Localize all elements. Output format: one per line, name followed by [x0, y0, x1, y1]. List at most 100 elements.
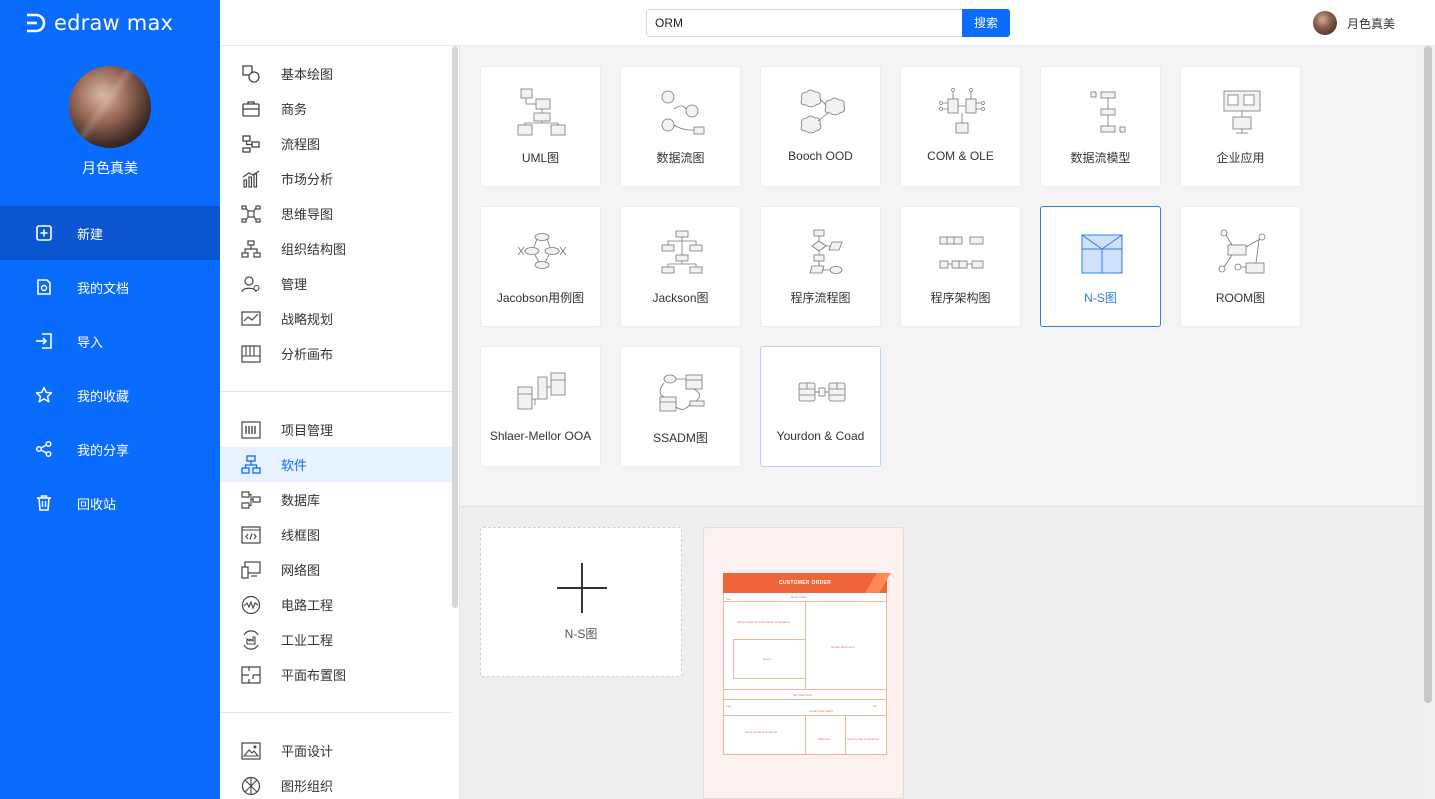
category-label: 基本绘图	[281, 67, 334, 82]
cloud-diagram-icon	[800, 89, 846, 134]
category-project-management[interactable]: 项目管理	[220, 412, 452, 447]
preview-text: Verify Customer Information Is Updated	[737, 620, 790, 624]
category-label: 工业工程	[281, 633, 334, 648]
category-org-chart[interactable]: 组织结构图	[220, 231, 452, 266]
category-network[interactable]: 网络图	[220, 552, 452, 587]
preview-text: Send e-mail to customer	[745, 730, 778, 734]
template-card-uml[interactable]: UML图	[480, 66, 601, 187]
template-card-program-flowchart[interactable]: 程序流程图	[760, 206, 881, 327]
program-flowchart-icon	[809, 229, 843, 274]
template-label: 数据流模型	[1070, 151, 1131, 165]
app-logo[interactable]: edraw max	[24, 11, 173, 35]
template-card-enterprise-app[interactable]: 企业应用	[1180, 66, 1301, 187]
category-strategy[interactable]: 战略规划	[220, 301, 452, 336]
ssadm-icon	[659, 374, 705, 412]
database-icon	[241, 490, 261, 509]
gantt-icon	[241, 420, 261, 439]
nav-item-favorites[interactable]: 我的收藏	[0, 368, 220, 422]
template-card-jacobson-use-case[interactable]: Jacobson用例图	[480, 206, 601, 327]
template-card-program-structure[interactable]: 程序架构图	[900, 206, 1021, 327]
category-market-analysis[interactable]: 市场分析	[220, 161, 452, 196]
preview-text: Create Document	[831, 645, 855, 649]
category-scrollbar[interactable]	[452, 46, 458, 608]
template-label: Jacobson用例图	[496, 291, 585, 305]
category-label: 商务	[281, 102, 308, 117]
category-divider	[220, 712, 452, 713]
factory-icon	[243, 629, 259, 650]
category-database[interactable]: 数据库	[220, 482, 452, 517]
template-label: 数据流图	[656, 151, 705, 165]
briefcase-icon	[242, 100, 260, 117]
preview-document: CUSTOMER ORDER Read Order Yes Verify Cus…	[723, 573, 891, 755]
category-label: 分析画布	[281, 347, 334, 362]
shapes-icon	[242, 64, 260, 83]
preview-text: Credit Card Valid?	[809, 709, 834, 713]
category-business[interactable]: 商务	[220, 91, 452, 126]
category-wireframe[interactable]: 线框图	[220, 517, 452, 552]
nav-item-trash[interactable]: 回收站	[0, 476, 220, 530]
template-card-data-flow-model[interactable]: 数据流模型	[1040, 66, 1161, 187]
preview-header: CUSTOMER ORDER	[723, 573, 887, 593]
category-graphic-organizer[interactable]: 图形组织	[220, 768, 452, 799]
main-scrollbar[interactable]	[1424, 46, 1432, 703]
template-card-com-ole[interactable]: COM & OLE	[900, 66, 1021, 187]
preview-text: Set Total Price	[793, 693, 813, 697]
category-label: 线框图	[281, 528, 321, 543]
code-window-icon	[241, 525, 261, 544]
user-avatar[interactable]	[1313, 11, 1337, 35]
template-label: UML图	[521, 151, 560, 165]
category-flowchart[interactable]: 流程图	[220, 126, 452, 161]
room-diagram-icon	[1218, 229, 1266, 274]
search-button[interactable]: 搜索	[962, 9, 1010, 37]
category-graphic-design[interactable]: 平面设计	[220, 733, 452, 768]
avatar[interactable]	[69, 66, 151, 148]
category-floor-plan[interactable]: 平面布置图	[220, 657, 452, 692]
template-card-room[interactable]: ROOM图	[1180, 206, 1301, 327]
star-icon	[35, 386, 53, 403]
template-card-data-flow[interactable]: 数据流图	[620, 66, 741, 187]
category-label: 软件	[281, 458, 308, 473]
canvas-grid-icon	[241, 344, 261, 363]
category-label: 项目管理	[281, 423, 334, 438]
template-card-ns-diagram[interactable]: N-S图	[1040, 206, 1161, 327]
uml-diagram-icon	[517, 88, 566, 136]
template-card-booch-ood[interactable]: Booch OOD	[760, 66, 881, 187]
category-management[interactable]: 管理	[220, 266, 452, 301]
shlaer-mellor-icon	[517, 372, 566, 410]
template-label: 程序架构图	[930, 291, 991, 305]
mind-map-icon	[241, 204, 261, 223]
top-username[interactable]: 月色真美	[1347, 15, 1395, 32]
plus-icon	[557, 587, 607, 589]
category-divider	[220, 391, 452, 392]
nav-item-share[interactable]: 我的分享	[0, 422, 220, 476]
category-software[interactable]: 软件	[220, 447, 452, 482]
nav-item-new[interactable]: 新建	[0, 206, 220, 260]
template-card-shlaer-mellor[interactable]: Shlaer-Mellor OOA	[480, 346, 601, 467]
template-preview-customer-order[interactable]: CUSTOMER ORDER Read Order Yes Verify Cus…	[703, 527, 904, 799]
template-card-ssadm[interactable]: SSADM图	[620, 346, 741, 467]
category-label: 电路工程	[281, 598, 334, 613]
bar-chart-icon	[242, 170, 260, 188]
data-flow-icon	[661, 90, 705, 135]
category-group-basic: 基本绘图 商务 流程图 市场分析 思维导图 组织结构图 管理 战略规划 分析画布	[220, 56, 452, 371]
category-label: 战略规划	[281, 312, 334, 327]
search-input[interactable]: ORM	[646, 9, 963, 37]
category-analysis-canvas[interactable]: 分析画布	[220, 336, 452, 371]
use-case-icon	[517, 233, 567, 269]
template-card-yourdon-coad[interactable]: Yourdon & Coad	[760, 346, 881, 467]
software-tree-icon	[241, 454, 261, 474]
nav-item-my-documents[interactable]: 我的文档	[0, 260, 220, 314]
category-basic-drawing[interactable]: 基本绘图	[220, 56, 452, 91]
category-circuit[interactable]: 电路工程	[220, 587, 452, 622]
template-label: 企业应用	[1216, 151, 1265, 165]
category-label: 管理	[281, 277, 308, 292]
nav-label: 新建	[77, 226, 104, 242]
template-label: Shlaer-Mellor OOA	[489, 429, 592, 443]
nav-item-import[interactable]: 导入	[0, 314, 220, 368]
template-card-jackson[interactable]: Jackson图	[620, 206, 741, 327]
category-mind-map[interactable]: 思维导图	[220, 196, 452, 231]
category-label: 平面布置图	[281, 668, 347, 683]
category-industrial[interactable]: 工业工程	[220, 622, 452, 657]
new-blank-ns-button[interactable]: N-S图	[480, 527, 682, 677]
nav-label: 我的分享	[77, 442, 130, 458]
